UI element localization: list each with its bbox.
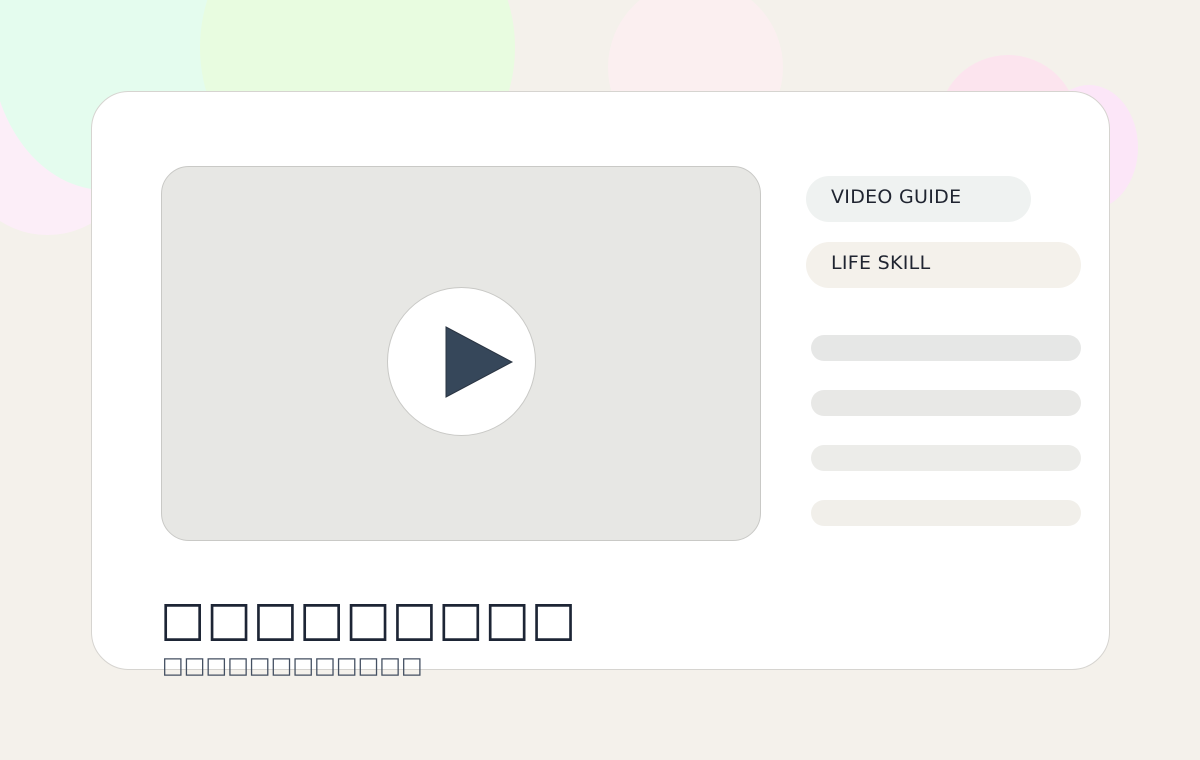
text-placeholder-line <box>811 445 1081 471</box>
play-button[interactable] <box>387 287 536 436</box>
text-placeholder-line <box>811 335 1081 361</box>
video-player[interactable] <box>161 166 761 541</box>
video-card: VIDEO GUIDE LIFE SKILL <box>91 91 1110 670</box>
tag-life-skill: LIFE SKILL <box>806 242 1081 288</box>
video-subtitle: □□□□□□□□□□□□ <box>162 653 423 679</box>
tag-video-guide: VIDEO GUIDE <box>806 176 1031 222</box>
text-placeholder-line <box>811 500 1081 526</box>
text-placeholder-line <box>811 390 1081 416</box>
video-title: □□□□□□□□□ <box>160 591 578 647</box>
play-icon <box>445 326 514 398</box>
